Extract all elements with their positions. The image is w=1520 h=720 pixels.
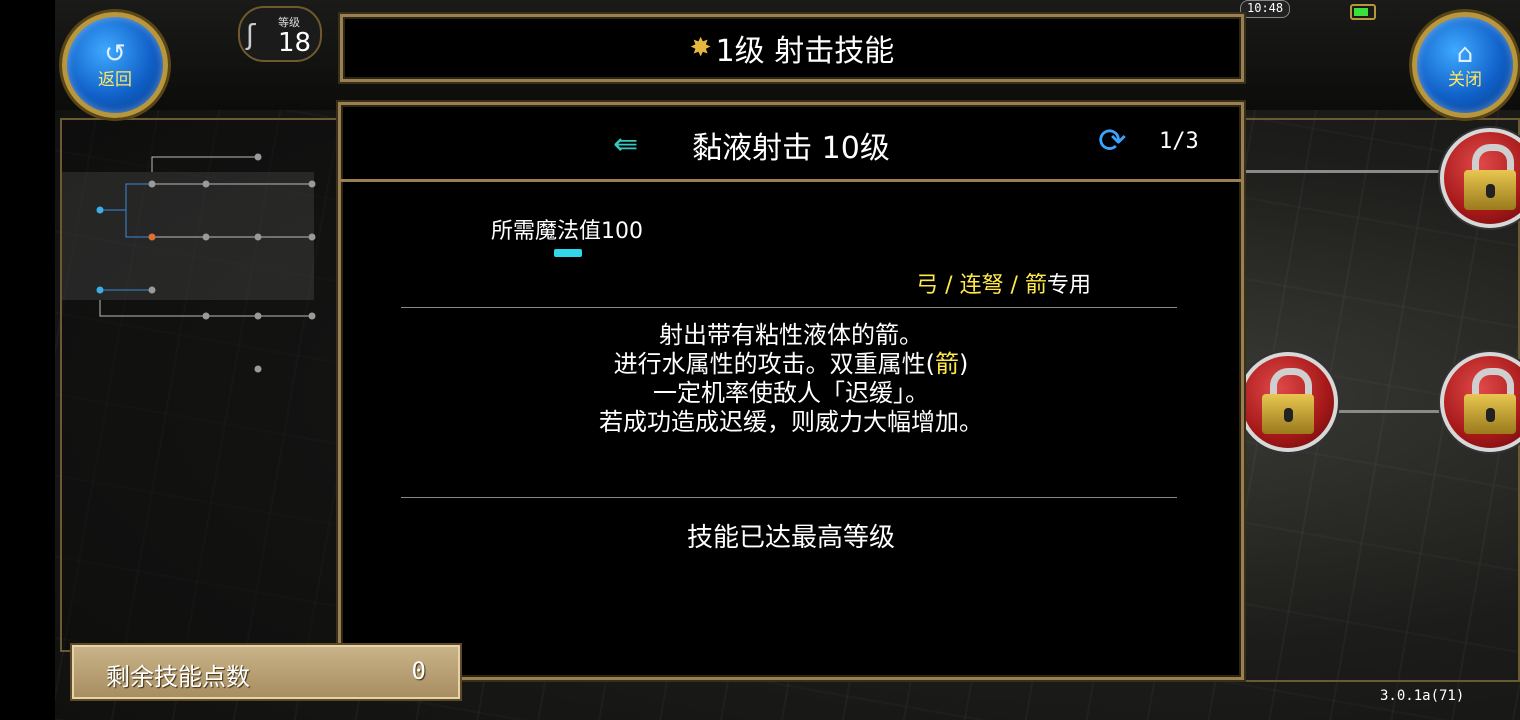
back-button[interactable]: ↺ 返回 (62, 12, 168, 118)
home-icon: ⌂ (1456, 39, 1474, 69)
skill-link (1330, 410, 1450, 413)
back-arrow-icon: ↺ (104, 39, 126, 69)
description-line: 若成功造成迟缓，则威力大幅增加。 (599, 408, 983, 436)
back-label: 返回 (98, 70, 132, 90)
lock-icon (1486, 184, 1495, 198)
skill-points-box: 剩余技能点数 0 (70, 643, 462, 701)
skill-max-status: 技能已达最高等级 (686, 523, 895, 553)
weapon-bow: 弓 / (916, 273, 953, 298)
battery-icon (1350, 4, 1376, 20)
skill-header: ⇚ 黏液射击 10级 ⟳ 1/3 (341, 105, 1241, 182)
description-text: ) (959, 350, 969, 378)
skill-link (1240, 170, 1450, 173)
page-counter: 1/3 (1159, 129, 1199, 154)
weapon-crossbow: 连弩 / (959, 273, 1018, 298)
lock-icon (1486, 408, 1495, 422)
description-line: 一定机率使敌人「迟缓」。 (653, 379, 929, 407)
version-label: 3.0.1a(71) (1380, 688, 1465, 704)
close-button[interactable]: ⌂ 关闭 (1412, 12, 1518, 118)
skill-detail-dialog: ⇚ 黏液射击 10级 ⟳ 1/3 所需魔法值100 弓 / 连弩 / 箭专用 射… (338, 102, 1244, 680)
locked-skill-node[interactable] (1238, 352, 1338, 452)
lock-icon (1284, 408, 1293, 422)
title-banner: ✸ 1级 射击技能 (340, 14, 1244, 82)
skill-points-value: 0 (411, 657, 426, 685)
weapon-arrow: 箭 (1024, 273, 1047, 298)
page-title: 1级 射击技能 (715, 34, 895, 69)
description-text: 进行水属性的攻击。双重属性( (613, 350, 935, 378)
close-label: 关闭 (1448, 70, 1482, 90)
clock: 10:48 (1240, 0, 1291, 18)
description-line: 进行水属性的攻击。双重属性(箭) (341, 350, 1241, 379)
divider (401, 307, 1177, 308)
weapon-requirement: 弓 / 连弩 / 箭专用 (916, 267, 1091, 299)
description-line: 射出带有粘性液体的箭。 (659, 321, 923, 349)
cycle-icon[interactable]: ⟳ (1098, 121, 1127, 161)
level-badge: ʃ 等级 18 (238, 6, 322, 62)
skill-description: 射出带有粘性液体的箭。 进行水属性的攻击。双重属性(箭) 一定机率使敌人「迟缓」… (341, 321, 1241, 437)
skill-points-label: 剩余技能点数 (106, 663, 250, 691)
weapon-exclusive-label: 专用 (1046, 273, 1091, 298)
divider (401, 497, 1177, 498)
mp-required: 所需魔法值100 (491, 219, 643, 244)
mp-indicator (554, 249, 582, 257)
description-highlight: 箭 (935, 350, 959, 378)
level-value: 18 (278, 28, 312, 58)
character-icon: ʃ (246, 18, 256, 51)
bow-icon: ✸ (689, 33, 712, 63)
